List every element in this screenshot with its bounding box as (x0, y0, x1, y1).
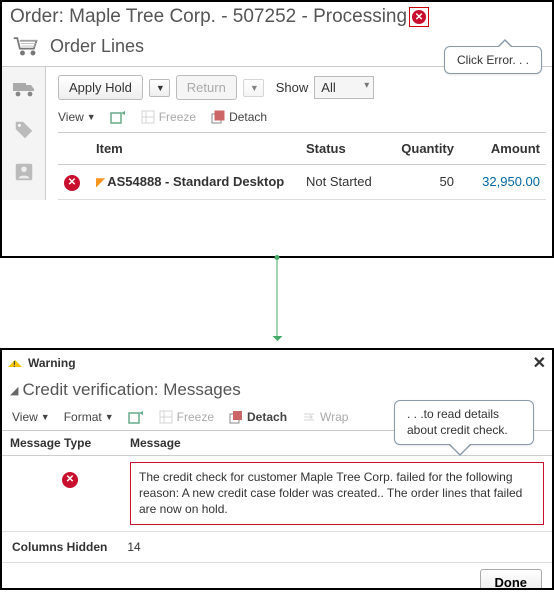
columns-hidden-label: Columns Hidden (12, 540, 107, 554)
export-icon[interactable] (128, 410, 144, 424)
warning-label: Warning (28, 356, 76, 370)
freeze-button: Freeze (140, 110, 196, 124)
connector-arrow (0, 258, 554, 348)
col-amount[interactable]: Amount (460, 133, 546, 165)
error-icon: ✕ (62, 472, 78, 488)
col-message-type[interactable]: Message Type (2, 431, 122, 455)
detach-button[interactable]: Detach (228, 410, 287, 424)
order-body: Apply Hold ▼ Return ▼ Show All View▼ (2, 67, 552, 200)
freeze-label: Freeze (159, 110, 196, 124)
export-icon[interactable] (110, 110, 126, 124)
view-menu[interactable]: View▼ (58, 110, 96, 124)
dialog-footer: Done (2, 562, 552, 590)
columns-hidden-row: Columns Hidden 14 (2, 531, 552, 562)
order-lines-title: Order Lines (50, 36, 144, 57)
cart-icon (12, 34, 40, 58)
return-menu: ▼ (243, 79, 264, 97)
show-select[interactable]: All (314, 76, 374, 99)
apply-hold-label: Apply Hold (69, 80, 132, 95)
apply-hold-menu[interactable]: ▼ (149, 79, 170, 97)
row-quantity: 50 (390, 165, 460, 200)
message-row[interactable]: ✕ The credit check for customer Maple Tr… (2, 456, 552, 531)
apply-hold-button[interactable]: Apply Hold (58, 75, 143, 100)
table-row[interactable]: ✕ ◤AS54888 - Standard Desktop Not Starte… (58, 165, 546, 200)
message-text: The credit check for customer Maple Tree… (130, 462, 544, 525)
view-label: View (58, 110, 84, 124)
done-label: Done (495, 575, 528, 590)
side-tabs (2, 67, 46, 200)
return-button: Return (176, 75, 237, 100)
view-menu[interactable]: View ▼ (12, 410, 50, 424)
order-lines-table: Item Status Quantity Amount ✕ ◤AS54888 -… (58, 132, 546, 200)
order-panel: Order: Maple Tree Corp. - 507252 - Proce… (0, 0, 554, 258)
header-error-button[interactable]: ✕ (409, 7, 429, 27)
col-status[interactable]: Status (300, 133, 390, 165)
error-icon: ✕ (412, 10, 426, 24)
close-icon[interactable]: ✕ (533, 353, 546, 373)
row-status: Not Started (300, 165, 390, 200)
detach-label: Detach (229, 110, 267, 124)
warning-dialog: Warning ✕ ◢ Credit verification: Message… (0, 348, 554, 590)
truck-icon[interactable] (12, 77, 36, 99)
flag-icon: ◤ (96, 175, 105, 189)
view-toolbar: View▼ Freeze Detach (58, 110, 546, 124)
show-value: All (321, 80, 335, 95)
show-label: Show (276, 80, 309, 95)
freeze-button: Freeze (158, 410, 214, 424)
order-title-bar: Order: Maple Tree Corp. - 507252 - Proce… (2, 2, 552, 34)
return-label: Return (187, 80, 226, 95)
callout-text: . . .to read details about credit check. (407, 407, 508, 437)
tag-icon[interactable] (12, 119, 36, 141)
row-amount[interactable]: 32,950.00 (460, 165, 546, 200)
order-title: Order: Maple Tree Corp. - 507252 - Proce… (10, 6, 407, 28)
row-item: AS54888 - Standard Desktop (107, 174, 284, 189)
disclosure-icon: ◢ (10, 384, 18, 397)
callout-click-error: Click Error. . . (444, 46, 542, 74)
columns-hidden-value: 14 (127, 540, 140, 554)
col-quantity[interactable]: Quantity (390, 133, 460, 165)
callout-text: Click Error. . . (457, 53, 529, 67)
action-toolbar: Apply Hold ▼ Return ▼ Show All (58, 75, 546, 100)
section-title-text: Credit verification: Messages (22, 380, 240, 400)
callout-credit-check: . . .to read details about credit check. (394, 400, 534, 445)
row-error-icon[interactable]: ✕ (64, 175, 80, 191)
wrap-button: Wrap (301, 410, 348, 424)
warning-icon (8, 360, 22, 367)
message-type-cell: ✕ (10, 462, 130, 488)
format-menu[interactable]: Format ▼ (64, 410, 114, 424)
contact-icon[interactable] (12, 161, 36, 183)
main-content: Apply Hold ▼ Return ▼ Show All View▼ (46, 67, 552, 200)
done-button[interactable]: Done (480, 569, 543, 590)
detach-button[interactable]: Detach (210, 110, 267, 124)
col-icon (58, 133, 90, 165)
col-item[interactable]: Item (90, 133, 300, 165)
warning-title-bar: Warning ✕ (2, 350, 552, 376)
